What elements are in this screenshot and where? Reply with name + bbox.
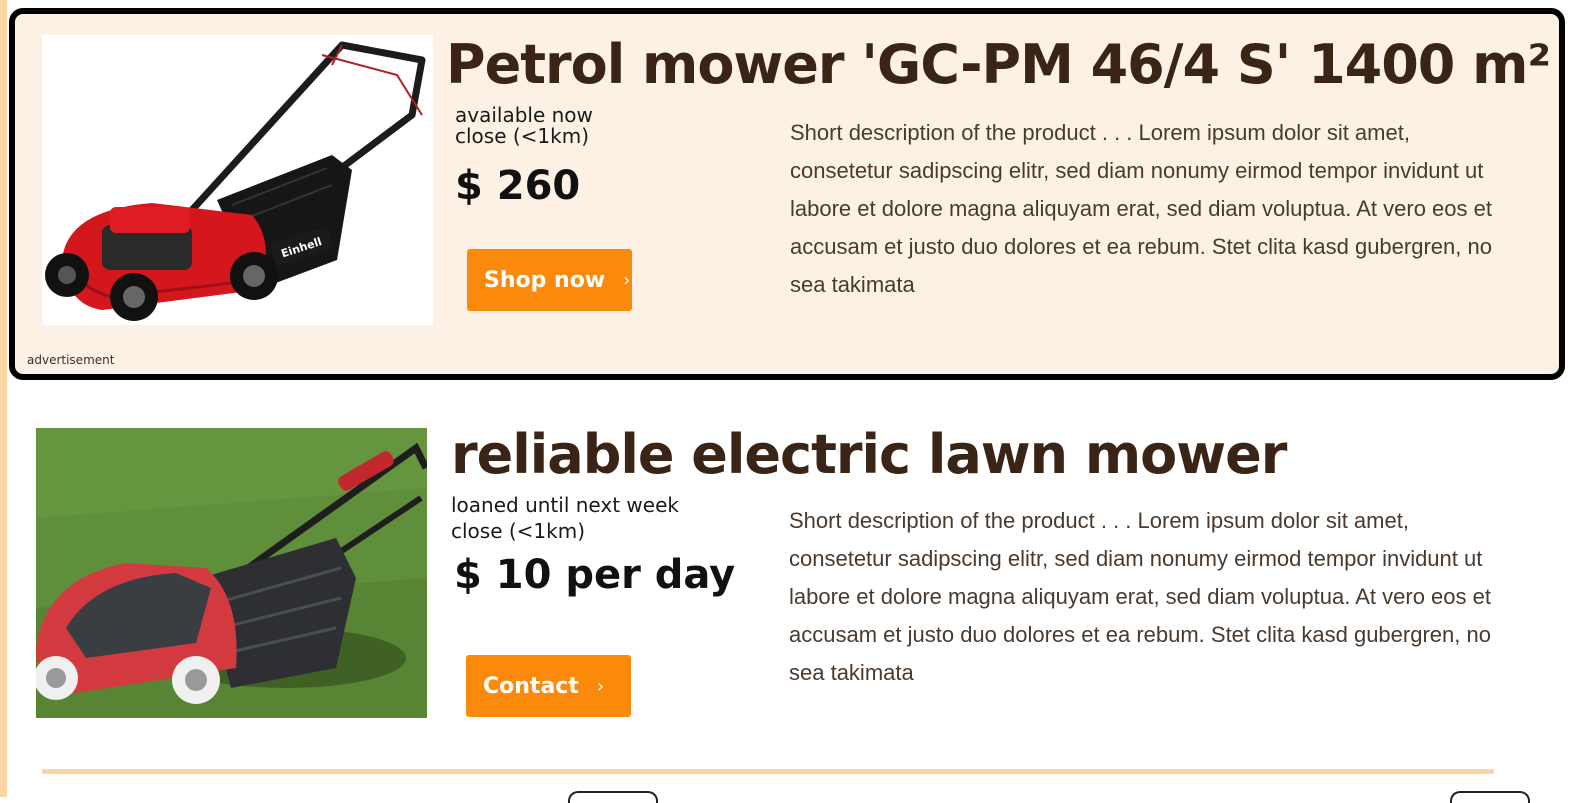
shop-now-label: Shop now — [484, 267, 606, 293]
listing-description: Short description of the product . . . L… — [790, 120, 1492, 297]
product-image-petrol-mower[interactable]: Einhell — [42, 35, 433, 325]
listing-divider — [42, 769, 1494, 774]
contact-button[interactable]: Contact › — [466, 655, 631, 717]
shop-now-button[interactable]: Shop now › — [467, 249, 632, 311]
distance-label: close (<1km) — [451, 519, 586, 543]
listing-meta: loaned until next week close (<1km) — [451, 492, 679, 544]
page-left-rail — [0, 0, 7, 797]
chevron-right-icon: › — [596, 675, 605, 697]
listing-price: $ 260 — [455, 163, 581, 209]
product-image-electric-mower[interactable] — [36, 428, 427, 718]
listing-title[interactable]: Petrol mower 'GC-PM 46/4 S' 1400 m² — [446, 38, 1551, 92]
listing-description: Short description of the product . . . L… — [789, 508, 1491, 685]
next-listing-element-peek — [568, 791, 658, 803]
contact-label: Contact — [483, 673, 579, 699]
distance-label: close (<1km) — [455, 124, 590, 148]
listing-meta: available now close (<1km) — [455, 105, 593, 147]
availability-status: loaned until next week — [451, 493, 679, 517]
next-listing-element-peek — [1450, 791, 1530, 803]
listing-title[interactable]: reliable electric lawn mower — [451, 428, 1287, 482]
listing-card: reliable electric lawn mower loaned unti… — [9, 400, 1565, 740]
advertisement-label: advertisement — [27, 353, 115, 367]
sponsored-listing-card: Einhell Petrol mower 'GC-PM 46/4 S' 1400… — [9, 8, 1565, 380]
availability-status: available now — [455, 103, 593, 127]
listing-price: $ 10 per day — [454, 552, 736, 598]
chevron-right-icon: › — [623, 269, 631, 291]
